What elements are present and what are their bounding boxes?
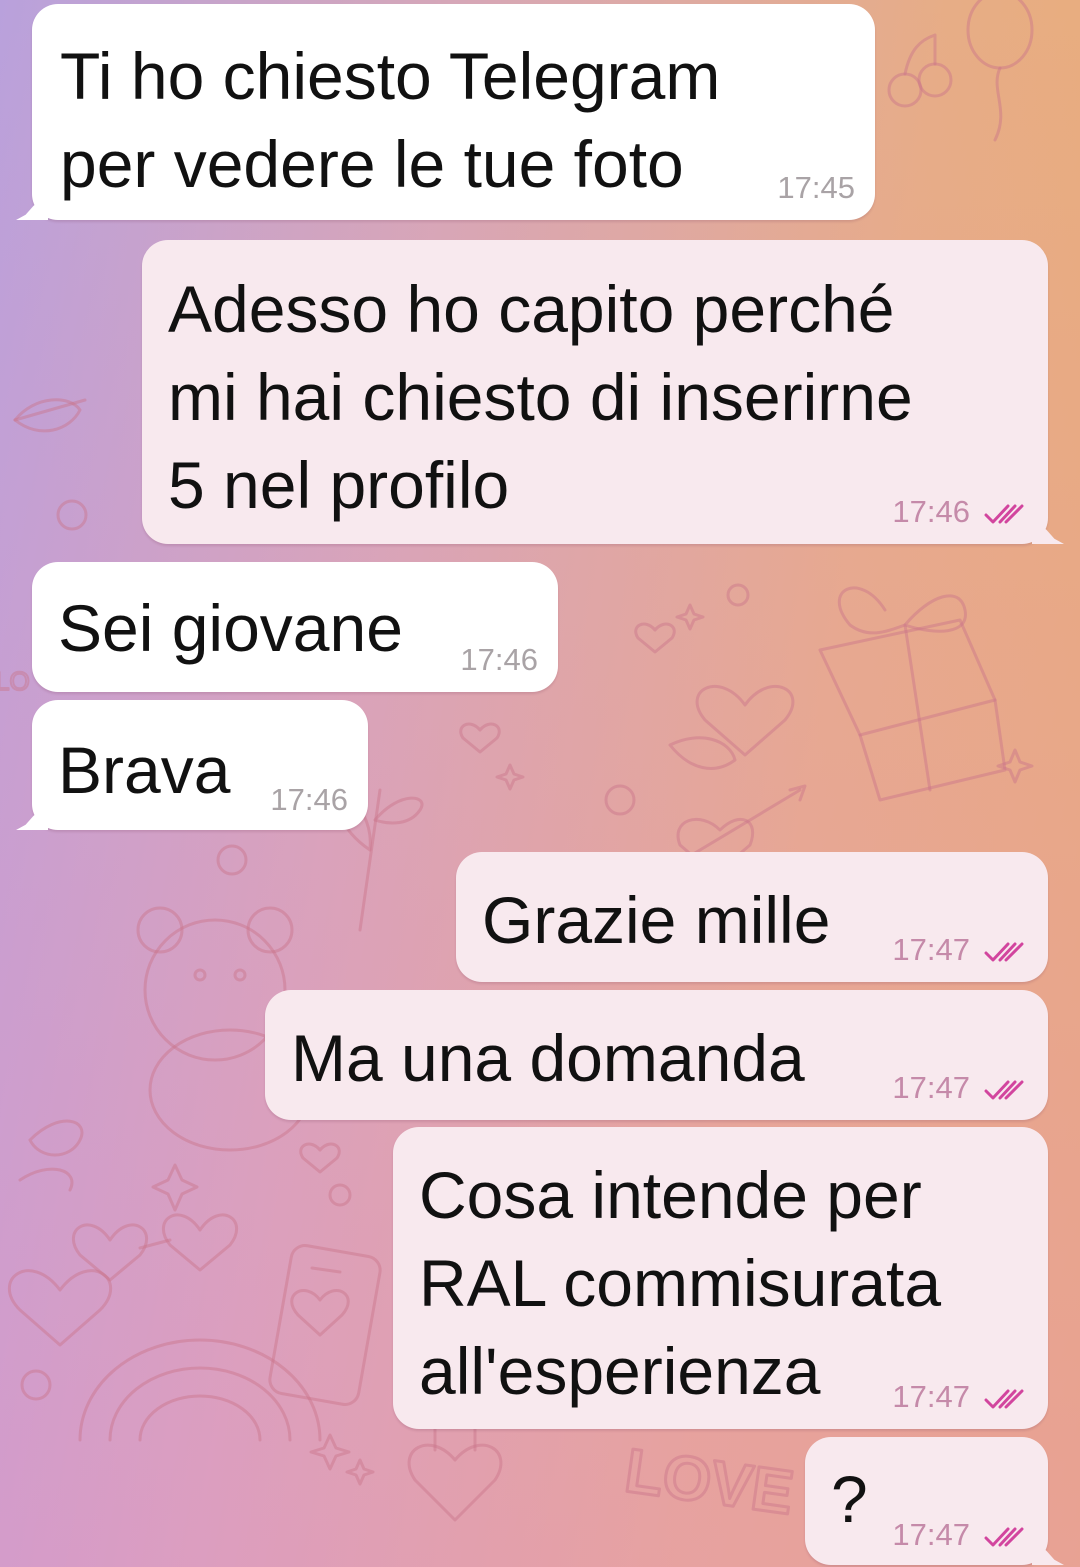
double-check-icon [984,942,1024,962]
message-bubble-outgoing[interactable]: Adesso ho capito perché mi hai chiesto d… [142,240,1048,544]
message-text: Ti ho chiesto Telegram per vedere le tue… [60,39,721,201]
gift-icon [818,586,1007,802]
message-text: Brava [58,733,231,807]
message-bubble-outgoing[interactable]: Grazie mille 17:47 [456,852,1048,982]
message-text: Cosa intende per RAL commisurata all'esp… [419,1158,942,1408]
message-bubble-outgoing[interactable]: ? 17:47 [805,1437,1048,1565]
rainbow-icon [78,1338,322,1442]
message-time: 17:47 [892,1379,970,1414]
message-bubble-outgoing[interactable]: Cosa intende per RAL commisurata all'esp… [393,1127,1048,1429]
message-bubble-incoming[interactable]: Ti ho chiesto Telegram per vedere le tue… [32,4,875,220]
double-check-icon [984,504,1024,524]
message-text: Grazie mille [482,883,831,957]
message-text: Adesso ho capito perché mi hai chiesto d… [168,272,913,522]
message-text: Sei giovane [58,591,403,665]
message-time: 17:47 [892,1070,970,1105]
love-doodle-text: LOVE [621,1436,798,1528]
cherry-icon [887,33,953,108]
message-time: 17:46 [892,494,970,529]
message-bubble-incoming[interactable]: Sei giovane 17:46 [32,562,558,692]
balloon-icon [966,0,1034,142]
message-text: ? [831,1462,868,1536]
message-time: 17:46 [270,782,348,817]
message-time: 17:47 [892,1517,970,1552]
love-doodle-text-small: LO [0,666,30,696]
message-bubble-incoming[interactable]: Brava 17:46 [32,700,368,830]
message-time: 17:46 [460,642,538,677]
double-check-icon [984,1080,1024,1100]
phone-icon [268,1244,382,1406]
message-time: 17:47 [892,932,970,967]
double-check-icon [984,1389,1024,1409]
double-check-icon [984,1527,1024,1547]
heart-glasses-icon [72,1213,238,1282]
message-bubble-outgoing[interactable]: Ma una domanda 17:47 [265,990,1048,1120]
message-time: 17:45 [777,170,855,205]
message-text: Ma una domanda [291,1021,805,1095]
